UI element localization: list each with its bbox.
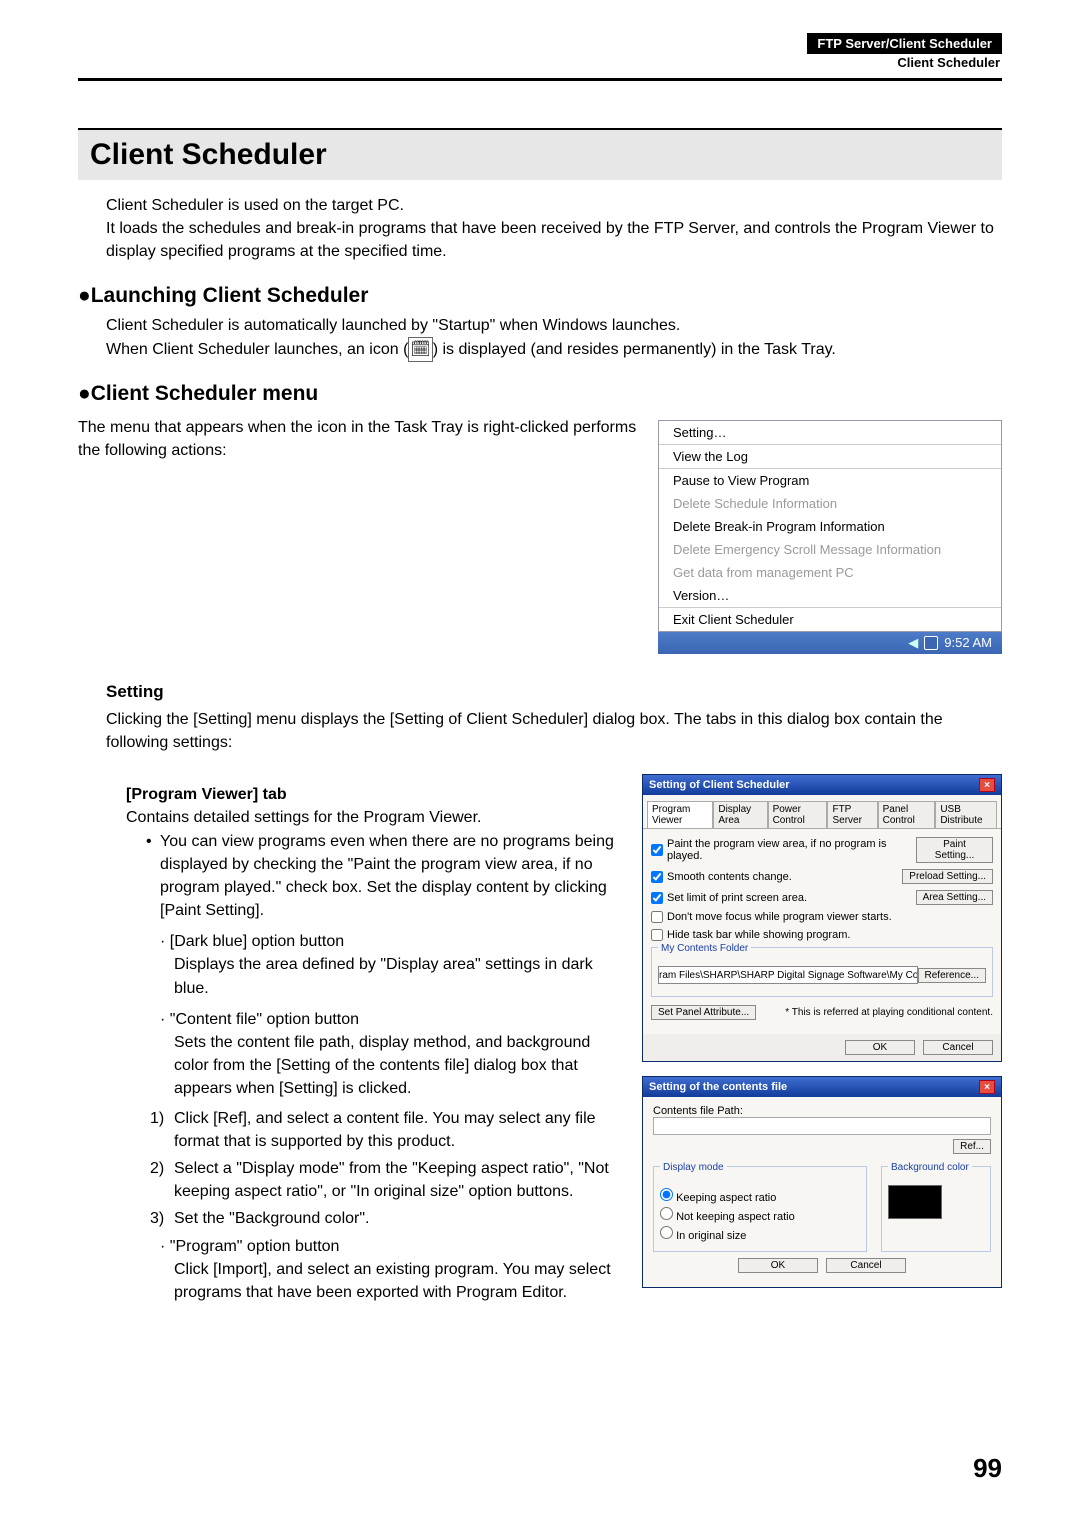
group-display-mode-title: Display mode (660, 1162, 727, 1173)
launch-line-1: Client Scheduler is automatically launch… (106, 314, 1002, 337)
step-3: 3)Set the "Background color". (174, 1207, 622, 1230)
check-hide-taskbar-label: Hide task bar while showing program. (667, 929, 850, 941)
reference-button[interactable]: Reference... (918, 968, 986, 983)
dialog-contents-file-setting: Setting of the contents file × Contents … (642, 1076, 1002, 1288)
paint-setting-button[interactable]: Paint Setting... (916, 837, 993, 863)
dialog-client-scheduler-setting: Setting of Client Scheduler × Program Vi… (642, 774, 1002, 1062)
dialog1-title: Setting of Client Scheduler (649, 779, 790, 791)
page-title: Client Scheduler (78, 128, 1002, 180)
subheading-setting: Setting (106, 682, 1002, 702)
group-bg-title: Background color (888, 1162, 972, 1173)
dialog2-ok-button[interactable]: OK (738, 1258, 818, 1273)
close-icon[interactable]: × (979, 1080, 995, 1094)
tray-expand-icon[interactable]: ◀ (908, 635, 918, 651)
menu-description: The menu that appears when the icon in t… (78, 416, 638, 462)
contents-path-label: Contents file Path: (653, 1105, 991, 1117)
tab-ftp-server[interactable]: FTP Server (827, 801, 877, 828)
pv-bullet-1: You can view programs even when there ar… (146, 830, 622, 1101)
tray-app-icon: 🗓 (408, 337, 432, 362)
group-background-color: Background color (881, 1166, 991, 1252)
dialog1-ok-button[interactable]: OK (845, 1040, 915, 1055)
intro-block: Client Scheduler is used on the target P… (106, 194, 1002, 264)
dark-blue-text: Displays the area defined by "Display ar… (160, 953, 622, 999)
check-no-focus[interactable]: Don't move focus while program viewer st… (651, 911, 892, 923)
pv-description: Contains detailed settings for the Progr… (126, 806, 622, 829)
ref-button[interactable]: Ref... (953, 1139, 991, 1154)
launch-text-a: When Client Scheduler launches, an icon … (106, 341, 408, 358)
heading-menu: ●Client Scheduler menu (78, 382, 1002, 406)
menu-item-view-log[interactable]: View the Log (659, 445, 1001, 468)
group-my-contents: My Contents Folder Reference... (651, 947, 993, 997)
preload-setting-button[interactable]: Preload Setting... (902, 869, 993, 884)
intro-line-2: It loads the schedules and break-in prog… (106, 217, 1002, 263)
context-menu: Setting… View the Log Pause to View Prog… (658, 420, 1002, 632)
step-1: 1)Click [Ref], and select a content file… (174, 1107, 622, 1153)
check-limit-print-label: Set limit of print screen area. (667, 892, 807, 904)
task-tray: ◀ 9:52 AM (658, 632, 1002, 654)
tab-panel-control[interactable]: Panel Control (878, 801, 936, 828)
color-swatch[interactable] (888, 1185, 942, 1219)
set-panel-attribute-button[interactable]: Set Panel Attribute... (651, 1005, 756, 1020)
check-no-focus-label: Don't move focus while program viewer st… (667, 911, 892, 923)
program-option-text: Click [Import], and select an existing p… (160, 1258, 622, 1304)
dialog1-cancel-button[interactable]: Cancel (923, 1040, 993, 1055)
check-paint-area-label: Paint the program view area, if no progr… (667, 838, 916, 862)
radio-original-size[interactable]: In original size (660, 1226, 860, 1242)
tab-display-area[interactable]: Display Area (713, 801, 767, 828)
subheading-program-viewer: [Program Viewer] tab (126, 786, 622, 804)
tab-program-viewer[interactable]: Program Viewer (647, 801, 713, 828)
launch-line-2: When Client Scheduler launches, an icon … (106, 337, 1002, 362)
group-display-mode: Display mode Keeping aspect ratio Not ke… (653, 1166, 867, 1252)
menu-item-version[interactable]: Version… (659, 584, 1001, 607)
contents-folder-input[interactable] (658, 966, 918, 984)
menu-item-pause[interactable]: Pause to View Program (659, 469, 1001, 492)
content-file-heading: · "Content file" option button (160, 1011, 359, 1028)
menu-item-setting[interactable]: Setting… (659, 421, 1001, 444)
tab-power-control[interactable]: Power Control (768, 801, 828, 828)
check-smooth-change[interactable]: Smooth contents change. (651, 871, 792, 883)
heading-launching-text: Launching Client Scheduler (91, 284, 369, 307)
content-file-text: Sets the content file path, display meth… (160, 1031, 622, 1101)
section-label: Client Scheduler (807, 55, 1002, 70)
tab-usb-distribute[interactable]: USB Distribute (935, 801, 997, 828)
header-rule (78, 78, 1002, 81)
intro-line-1: Client Scheduler is used on the target P… (106, 194, 1002, 217)
conditional-note: * This is referred at playing conditiona… (785, 1007, 993, 1018)
close-icon[interactable]: × (979, 778, 995, 792)
dialog2-cancel-button[interactable]: Cancel (826, 1258, 906, 1273)
step-2: 2)Select a "Display mode" from the "Keep… (174, 1157, 622, 1203)
menu-item-get-data[interactable]: Get data from management PC (659, 561, 1001, 584)
tray-clock: 9:52 AM (944, 635, 992, 650)
program-option-heading: · "Program" option button (160, 1235, 622, 1258)
step-2-text: Select a "Display mode" from the "Keepin… (174, 1160, 609, 1200)
menu-item-delete-emergency[interactable]: Delete Emergency Scroll Message Informat… (659, 538, 1001, 561)
tray-app-glyph[interactable] (924, 636, 938, 650)
heading-launching: ●Launching Client Scheduler (78, 284, 1002, 308)
chapter-label: FTP Server/Client Scheduler (807, 33, 1002, 54)
check-hide-taskbar[interactable]: Hide task bar while showing program. (651, 929, 850, 941)
menu-item-exit[interactable]: Exit Client Scheduler (659, 608, 1001, 631)
check-limit-print[interactable]: Set limit of print screen area. (651, 892, 807, 904)
page-number: 99 (973, 1453, 1002, 1484)
setting-description: Clicking the [Setting] menu displays the… (106, 708, 1002, 754)
page-header: FTP Server/Client Scheduler Client Sched… (807, 36, 1002, 70)
dialog2-title: Setting of the contents file (649, 1081, 787, 1093)
check-smooth-change-label: Smooth contents change. (667, 871, 792, 883)
launch-text-b: ) is displayed (and resides permanently)… (433, 341, 836, 358)
contents-path-input[interactable] (653, 1117, 991, 1135)
dark-blue-heading: · [Dark blue] option button (160, 933, 344, 950)
menu-item-delete-breakin[interactable]: Delete Break-in Program Information (659, 515, 1001, 538)
radio-not-keeping-aspect[interactable]: Not keeping aspect ratio (660, 1207, 860, 1223)
heading-menu-text: Client Scheduler menu (91, 382, 319, 405)
menu-item-delete-schedule[interactable]: Delete Schedule Information (659, 492, 1001, 515)
area-setting-button[interactable]: Area Setting... (916, 890, 993, 905)
radio-keeping-aspect[interactable]: Keeping aspect ratio (660, 1188, 860, 1204)
step-3-text: Set the "Background color". (174, 1210, 369, 1227)
group-my-contents-title: My Contents Folder (658, 943, 751, 954)
launch-block: Client Scheduler is automatically launch… (106, 314, 1002, 362)
step-1-text: Click [Ref], and select a content file. … (174, 1110, 596, 1150)
pv-bullet-1-text: You can view programs even when there ar… (160, 833, 614, 920)
check-paint-area[interactable]: Paint the program view area, if no progr… (651, 838, 916, 862)
